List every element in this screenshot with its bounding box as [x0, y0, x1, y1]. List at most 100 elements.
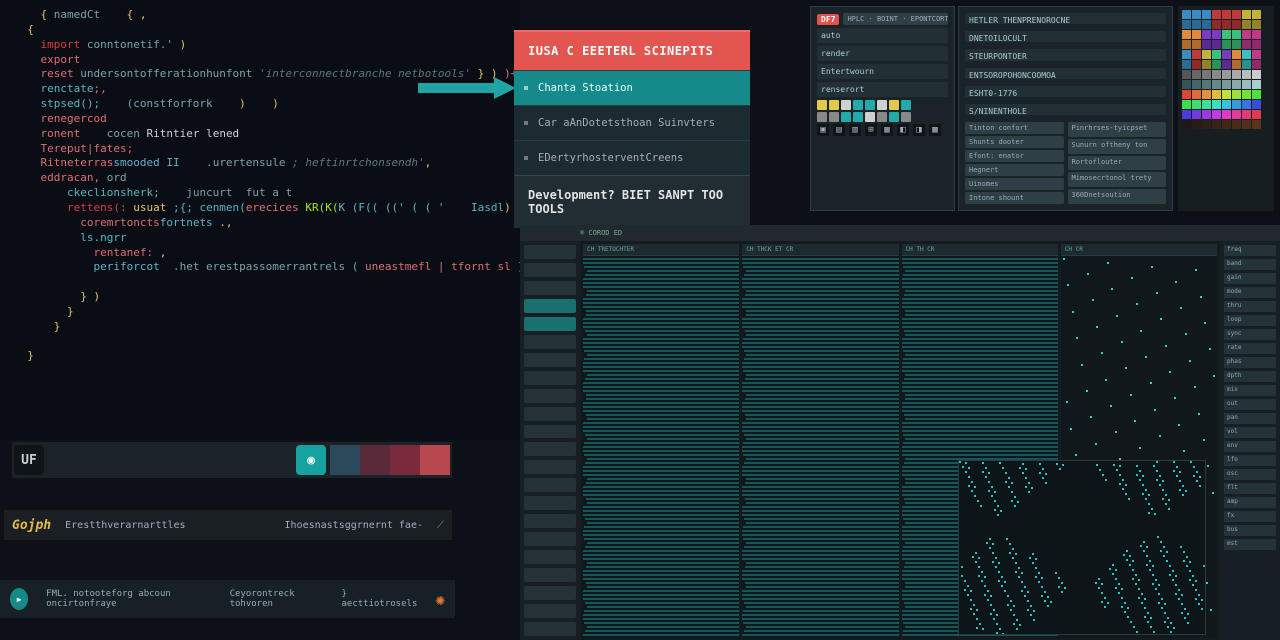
color-swatch[interactable] — [1192, 80, 1201, 89]
color-swatch[interactable] — [1252, 70, 1261, 79]
camera-icon[interactable]: ◉ — [296, 445, 326, 475]
color-swatch[interactable] — [1232, 30, 1241, 39]
color-swatch[interactable] — [1242, 110, 1251, 119]
color-swatch[interactable] — [1242, 50, 1251, 59]
color-swatch[interactable] — [1212, 50, 1221, 59]
list-item[interactable] — [524, 281, 576, 295]
toolbar-swatch[interactable] — [360, 445, 390, 475]
color-swatch[interactable] — [1232, 10, 1241, 19]
list-item[interactable]: env — [1224, 441, 1276, 452]
color-swatch[interactable] — [1182, 110, 1191, 119]
map-overlay[interactable] — [958, 460, 1206, 635]
color-swatch[interactable] — [1232, 100, 1241, 109]
color-swatch[interactable] — [1202, 60, 1211, 69]
color-swatch[interactable] — [1232, 120, 1241, 129]
list-item[interactable]: sync — [1224, 329, 1276, 340]
list-item[interactable] — [524, 263, 576, 277]
color-swatch[interactable] — [1182, 10, 1191, 19]
menu-item[interactable]: Car aAnDotetsthoan Suinvters — [514, 105, 750, 140]
list-item[interactable]: gain — [1224, 273, 1276, 284]
viewer-sidebar[interactable] — [520, 241, 580, 640]
color-swatch[interactable] — [1242, 30, 1251, 39]
color-swatch[interactable] — [1202, 50, 1211, 59]
list-item[interactable] — [524, 478, 576, 492]
color-swatch[interactable] — [1212, 70, 1221, 79]
color-swatch[interactable] — [1212, 120, 1221, 129]
color-swatch[interactable] — [1242, 90, 1251, 99]
color-swatch[interactable] — [1192, 30, 1201, 39]
color-swatch[interactable] — [1252, 110, 1261, 119]
color-swatch[interactable] — [1212, 90, 1221, 99]
color-swatch[interactable] — [1202, 110, 1211, 119]
toolbar-swatch[interactable] — [390, 445, 420, 475]
list-item[interactable] — [524, 335, 576, 349]
list-item[interactable] — [524, 442, 576, 456]
list-item[interactable]: pan — [1224, 413, 1276, 424]
color-swatch[interactable] — [1182, 50, 1191, 59]
list-item[interactable]: mst — [1224, 539, 1276, 550]
list-item[interactable] — [524, 496, 576, 510]
color-swatch[interactable] — [1232, 60, 1241, 69]
list-item[interactable] — [524, 317, 576, 331]
color-swatch[interactable] — [1232, 20, 1241, 29]
color-swatch[interactable] — [1192, 40, 1201, 49]
color-swatch[interactable] — [1242, 60, 1251, 69]
list-item[interactable]: mode — [1224, 287, 1276, 298]
color-swatch[interactable] — [1202, 100, 1211, 109]
color-swatch[interactable] — [1202, 120, 1211, 129]
color-swatch[interactable] — [1252, 10, 1261, 19]
list-item[interactable] — [524, 550, 576, 564]
list-item[interactable] — [524, 425, 576, 439]
toolbar-swatch[interactable] — [420, 445, 450, 475]
color-swatch[interactable] — [1222, 80, 1231, 89]
color-swatch[interactable] — [1252, 30, 1261, 39]
color-swatch[interactable] — [1222, 40, 1231, 49]
color-swatch[interactable] — [1202, 10, 1211, 19]
color-swatch[interactable] — [1182, 90, 1191, 99]
list-item[interactable]: rate — [1224, 343, 1276, 354]
color-swatch[interactable] — [1242, 40, 1251, 49]
color-swatch[interactable] — [1222, 20, 1231, 29]
menu-item[interactable]: Chanta Stoation — [514, 70, 750, 105]
list-item[interactable]: fx — [1224, 511, 1276, 522]
color-swatch[interactable] — [1242, 80, 1251, 89]
list-item[interactable] — [524, 568, 576, 582]
list-item[interactable]: out — [1224, 399, 1276, 410]
color-swatch[interactable] — [1222, 30, 1231, 39]
list-item[interactable]: thru — [1224, 301, 1276, 312]
color-swatch[interactable] — [1182, 100, 1191, 109]
color-swatch[interactable] — [1212, 20, 1221, 29]
list-item[interactable] — [524, 407, 576, 421]
list-item[interactable]: osc — [1224, 469, 1276, 480]
color-swatch[interactable] — [1212, 110, 1221, 119]
list-item[interactable] — [524, 389, 576, 403]
color-swatch[interactable] — [1222, 60, 1231, 69]
color-swatch[interactable] — [1182, 40, 1191, 49]
color-swatch[interactable] — [1192, 70, 1201, 79]
color-swatch[interactable] — [1202, 40, 1211, 49]
color-swatch[interactable] — [1252, 90, 1261, 99]
color-swatch[interactable] — [1222, 50, 1231, 59]
toolbar-swatch[interactable] — [330, 445, 360, 475]
color-swatch[interactable] — [1232, 80, 1241, 89]
color-swatch[interactable] — [1212, 80, 1221, 89]
viewer-right-sidebar[interactable]: freqbandgainmodethruloopsyncratephasdpth… — [1220, 241, 1280, 640]
color-swatch[interactable] — [1212, 40, 1221, 49]
color-swatch[interactable] — [1242, 10, 1251, 19]
color-swatch[interactable] — [1242, 20, 1251, 29]
color-swatch[interactable] — [1232, 40, 1241, 49]
color-swatch[interactable] — [1182, 60, 1191, 69]
color-swatch[interactable] — [1242, 70, 1251, 79]
color-swatch[interactable] — [1252, 20, 1261, 29]
tool-uf-button[interactable]: UF — [14, 445, 44, 475]
color-swatch[interactable] — [1192, 60, 1201, 69]
color-swatch[interactable] — [1202, 80, 1211, 89]
color-swatch[interactable] — [1212, 10, 1221, 19]
menu-item[interactable]: EDertyrhosterventCreens — [514, 140, 750, 175]
color-swatch[interactable] — [1252, 100, 1261, 109]
color-swatch[interactable] — [1192, 20, 1201, 29]
color-swatch[interactable] — [1232, 90, 1241, 99]
color-swatch[interactable] — [1232, 70, 1241, 79]
color-swatch[interactable] — [1192, 50, 1201, 59]
list-item[interactable]: band — [1224, 259, 1276, 270]
